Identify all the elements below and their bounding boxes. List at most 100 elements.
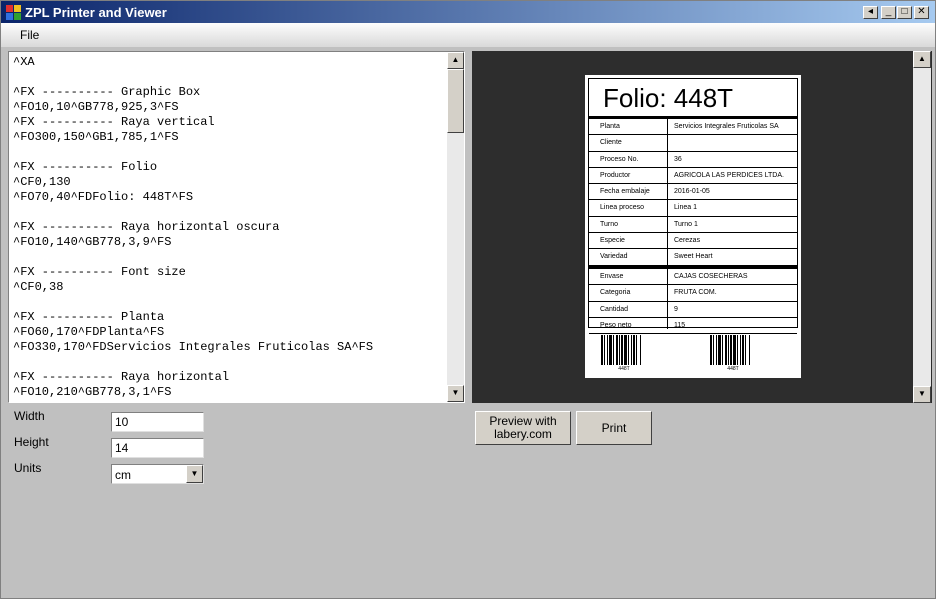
label-row: Variedad Sweet Heart (589, 249, 797, 266)
label-preview: Folio: 448T Planta Servicios Integrales F… (472, 51, 932, 403)
label-row: Cantidad 9 (589, 302, 797, 318)
scroll-thumb[interactable] (447, 69, 464, 133)
close-button[interactable]: ✕ (914, 6, 929, 19)
scroll-down-icon[interactable]: ▼ (447, 385, 464, 402)
row-value: AGRICOLA LAS PERDICES LTDA. (674, 171, 784, 179)
code-line: ^FX ---------- Raya horizontal (13, 370, 230, 384)
code-line: ^FX ---------- Planta (13, 310, 165, 324)
label-card: Folio: 448T Planta Servicios Integrales F… (585, 75, 801, 378)
code-line: ^XA (13, 55, 35, 69)
label-row: Turno Turno 1 (589, 217, 797, 234)
scroll-up-icon[interactable]: ▲ (913, 51, 931, 68)
row-key: Envase (600, 273, 624, 280)
row-value: 9 (674, 305, 678, 313)
units-value: cm (115, 468, 131, 482)
barcode-bar (641, 335, 643, 365)
row-key: Cliente (600, 139, 622, 147)
minimize-button[interactable]: _ (881, 6, 896, 19)
row-value: 115 (674, 321, 686, 329)
row-key: Categoria (600, 289, 631, 297)
row-value: Servicios Integrales Fruticolas SA (674, 123, 779, 130)
maximize-button[interactable]: □ (897, 6, 912, 19)
barcode-bars (710, 335, 756, 365)
code-line: ^FO70,40^FDFolio: 448T^FS (13, 190, 194, 204)
units-label: Units (14, 461, 42, 475)
row-value: FRUTA COM. (674, 289, 717, 297)
row-value: Sweet Heart (674, 253, 713, 261)
units-select[interactable]: cm ▼ (111, 464, 204, 484)
folio-text: Folio: 448T (603, 83, 734, 113)
label-row: Categoria FRUTA COM. (589, 285, 797, 302)
barcode-text: 448T (618, 366, 630, 372)
barcode-bar (750, 335, 752, 365)
row-key: Especie (600, 237, 625, 245)
code-line: ^FX ---------- Raya horizontal oscura (13, 220, 280, 234)
row-key: Peso neto (600, 321, 632, 329)
code-line: ^FO10,210^GB778,3,1^FS (13, 385, 172, 399)
label-rows-top: Planta Servicios Integrales Fruticolas SA… (589, 119, 797, 266)
scroll-down-icon[interactable]: ▼ (913, 386, 931, 403)
scroll-up-icon[interactable]: ▲ (447, 52, 464, 69)
code-line: ^FO10,140^GB778,3,9^FS (13, 235, 172, 249)
label-row: Proceso No. 36 (589, 152, 797, 168)
label-row: Envase CAJAS COSECHERAS (589, 269, 797, 286)
code-line: ^FO10,10^GB778,925,3^FS (13, 100, 179, 114)
menu-bar: File (1, 23, 935, 47)
window-title: ZPL Printer and Viewer (25, 5, 167, 20)
zpl-code[interactable]: ^XA ^FX ---------- Graphic Box ^FO10,10^GB… (13, 55, 443, 400)
barcode-right: 448T (710, 335, 756, 372)
width-input[interactable] (111, 412, 204, 432)
code-line: ^FX ---------- Graphic Box (13, 85, 201, 99)
main-window: ZPL Printer and Viewer ◂ _ □ ✕ File ^XA ^… (0, 0, 936, 599)
row-value: Linea 1 (674, 204, 697, 212)
print-button[interactable]: Print (576, 411, 652, 445)
title-bar[interactable]: ZPL Printer and Viewer ◂ _ □ ✕ (1, 1, 935, 23)
zpl-editor[interactable]: ^XA ^FX ---------- Graphic Box ^FO10,10^GB… (8, 51, 465, 403)
label-row: Fecha embalaje 2016-01-05 (589, 184, 797, 201)
vertical-rule (667, 119, 668, 266)
code-line: ^FX ---------- Raya vertical (13, 115, 215, 129)
code-line: ^FO60,170^FDPlanta^FS (13, 325, 165, 339)
label-row: Linea proceso Linea 1 (589, 200, 797, 217)
width-label: Width (14, 409, 45, 423)
restore-arrow-button[interactable]: ◂ (863, 6, 878, 19)
label-rows-bottom: Envase CAJAS COSECHERAS Categoria FRUTA COM… (589, 269, 797, 335)
row-key: Turno (600, 220, 619, 228)
label-box: Folio: 448T Planta Servicios Integrales F… (588, 78, 798, 335)
code-line: ^FO300,150^GB1,785,1^FS (13, 130, 179, 144)
row-value: Cerezas (674, 237, 701, 245)
row-value: Turno 1 (674, 220, 698, 228)
label-row: Especie Cerezas (589, 233, 797, 250)
code-line: ^FO330,170^FDServicios Integrales Frutic… (13, 340, 374, 354)
editor-scrollbar[interactable]: ▲ ▼ (447, 52, 464, 402)
preview-scrollbar[interactable]: ▲ ▼ (913, 51, 931, 403)
barcode-bars (601, 335, 647, 365)
row-value: 2016-01-05 (674, 188, 710, 196)
label-row: Planta Servicios Integrales Fruticolas SA (589, 119, 797, 136)
menu-file[interactable]: File (13, 28, 46, 42)
label-row: Productor AGRICOLA LAS PERDICES LTDA. (589, 168, 797, 185)
label-row: Cliente (589, 135, 797, 152)
label-row: Peso neto 115 (589, 318, 797, 335)
code-line: ^CF0,38 (13, 280, 64, 294)
code-line: ^FX ---------- Folio (13, 160, 158, 174)
row-key: Fecha embalaje (600, 188, 650, 196)
barcode-left: 448T (601, 335, 647, 372)
height-label: Height (14, 435, 49, 449)
row-key: Proceso No. (600, 155, 639, 163)
chevron-down-icon[interactable]: ▼ (186, 465, 203, 483)
preview-button[interactable]: Preview with labery.com (475, 411, 571, 445)
row-key: Productor (600, 171, 631, 179)
code-line: ^FX ---------- Font size (13, 265, 186, 279)
app-icon (6, 5, 21, 20)
row-key: Linea proceso (600, 204, 644, 212)
row-value: CAJAS COSECHERAS (674, 273, 748, 280)
code-line: ^CF0,130 (13, 175, 71, 189)
height-input[interactable] (111, 438, 204, 458)
row-key: Cantidad (600, 305, 629, 313)
vertical-rule-2 (667, 269, 668, 329)
